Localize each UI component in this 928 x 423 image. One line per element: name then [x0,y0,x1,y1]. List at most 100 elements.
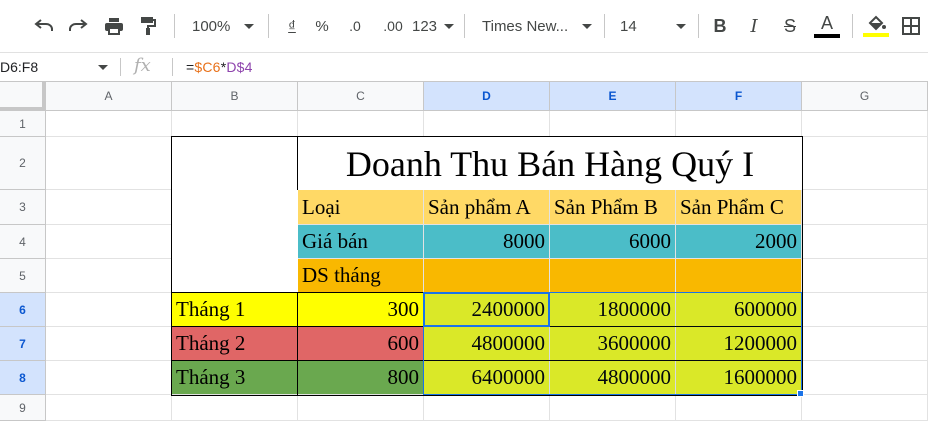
row-header-3[interactable]: 3 [0,190,46,225]
cell-f1[interactable] [676,111,802,137]
price-b[interactable]: 6000 [550,225,676,259]
row-header-7[interactable]: 7 [0,327,46,361]
revenue-cell[interactable]: 4800000 [424,327,550,361]
month-label[interactable]: Tháng 1 [172,293,298,327]
price-label[interactable]: Giá bán [298,225,424,259]
cell-g9[interactable] [802,395,928,421]
cell-g8[interactable] [802,361,928,395]
formula-input[interactable]: =$C6*D$4 [186,59,253,75]
borders-icon[interactable] [898,10,924,42]
font-size-select[interactable]: 14 [616,10,690,42]
column-header-g[interactable]: G [802,82,928,111]
redo-icon[interactable] [64,10,92,42]
cell-g3[interactable] [802,190,928,225]
column-header-a[interactable]: A [46,82,172,111]
row-header-6[interactable]: 6 [0,293,46,327]
cell-g4[interactable] [802,225,928,259]
column-header-c[interactable]: C [298,82,424,111]
revenue-cell[interactable]: 600000 [676,293,802,327]
font-family-select[interactable]: Times New... [478,10,596,42]
revenue-cell[interactable]: 3600000 [550,327,676,361]
cell-a3[interactable] [46,190,172,225]
column-header-e[interactable]: E [550,82,676,111]
header-san-pham-c[interactable]: Sản Phẩm C [676,190,802,225]
month-qty[interactable]: 600 [298,327,424,361]
header-san-pham-a[interactable]: Sản phẩm A [424,190,550,225]
more-formats-button[interactable]: 123 [412,10,454,42]
row-header-8[interactable]: 8 [0,361,46,395]
strikethrough-icon[interactable]: S [778,10,802,42]
cell-f9[interactable] [676,395,802,421]
cell-g1[interactable] [802,111,928,137]
cell-c1[interactable] [298,111,424,137]
cell-e9[interactable] [550,395,676,421]
cell-a4[interactable] [46,225,172,259]
month-label[interactable]: Tháng 2 [172,327,298,361]
cell-a5[interactable] [46,259,172,293]
chevron-down-icon [582,23,592,29]
month-qty[interactable]: 800 [298,361,424,395]
font-family-value: Times New... [482,17,569,35]
cell-a7[interactable] [46,327,172,361]
header-loai[interactable]: Loại [298,190,424,225]
italic-icon[interactable]: I [742,10,766,42]
table-title[interactable]: Doanh Thu Bán Hàng Quý I [298,137,802,190]
month-qty[interactable]: 300 [298,293,424,327]
print-icon[interactable] [100,10,128,42]
revenue-cell[interactable]: 4800000 [550,361,676,395]
cell-a9[interactable] [46,395,172,421]
cell-g2[interactable] [802,137,928,190]
text-color-icon[interactable]: A [812,10,842,42]
cell-d1[interactable] [424,111,550,137]
cell-e1[interactable] [550,111,676,137]
ds-label[interactable]: DS tháng [298,259,424,293]
header-san-pham-b[interactable]: Sản Phẩm B [550,190,676,225]
cell-g6[interactable] [802,293,928,327]
undo-icon[interactable] [30,10,58,42]
cell-a8[interactable] [46,361,172,395]
month-label[interactable]: Tháng 3 [172,361,298,395]
cell-d5[interactable] [424,259,550,293]
cell-a2[interactable] [46,137,172,190]
zoom-select[interactable]: 100% [188,10,258,42]
increase-decimal-button[interactable]: .00 [376,10,410,42]
toolbar: 100% ₫ % .0 .00 123 Times New... 14 B I … [0,0,928,52]
select-all-corner[interactable] [0,82,46,111]
row-header-5[interactable]: 5 [0,259,46,293]
cell-c9[interactable] [298,395,424,421]
fill-color-icon[interactable] [860,10,892,42]
fx-icon: fx [134,55,151,76]
row-header-9[interactable]: 9 [0,395,46,421]
revenue-cell[interactable]: 1800000 [550,293,676,327]
formula-ref-2: D$4 [226,59,253,75]
cell-b1[interactable] [172,111,298,137]
row-header-4[interactable]: 4 [0,225,46,259]
row-header-1[interactable]: 1 [0,111,46,137]
revenue-cell[interactable]: 1200000 [676,327,802,361]
percent-format-button[interactable]: % [310,10,334,42]
decrease-decimal-button[interactable]: .0 [340,10,370,42]
column-header-d[interactable]: D [424,82,550,111]
cell-g7[interactable] [802,327,928,361]
paint-format-icon[interactable] [134,10,162,42]
cell-f5[interactable] [676,259,802,293]
name-box[interactable]: D6:F8 [0,53,118,81]
column-header-b[interactable]: B [172,82,298,111]
cell-b9[interactable] [172,395,298,421]
cell-a6[interactable] [46,293,172,327]
revenue-cell[interactable]: 2400000 [424,293,550,327]
currency-format-button[interactable]: ₫ [280,10,304,42]
price-a[interactable]: 8000 [424,225,550,259]
revenue-cell[interactable]: 6400000 [424,361,550,395]
price-c[interactable]: 2000 [676,225,802,259]
cell-d9[interactable] [424,395,550,421]
column-header-f[interactable]: F [676,82,802,111]
cell-b2-b5-merged[interactable] [172,137,298,293]
cell-a1[interactable] [46,111,172,137]
cell-g5[interactable] [802,259,928,293]
cell-e5[interactable] [550,259,676,293]
revenue-cell[interactable]: 1600000 [676,361,802,395]
fill-handle[interactable] [797,390,804,397]
row-header-2[interactable]: 2 [0,137,46,190]
bold-icon[interactable]: B [708,10,732,42]
